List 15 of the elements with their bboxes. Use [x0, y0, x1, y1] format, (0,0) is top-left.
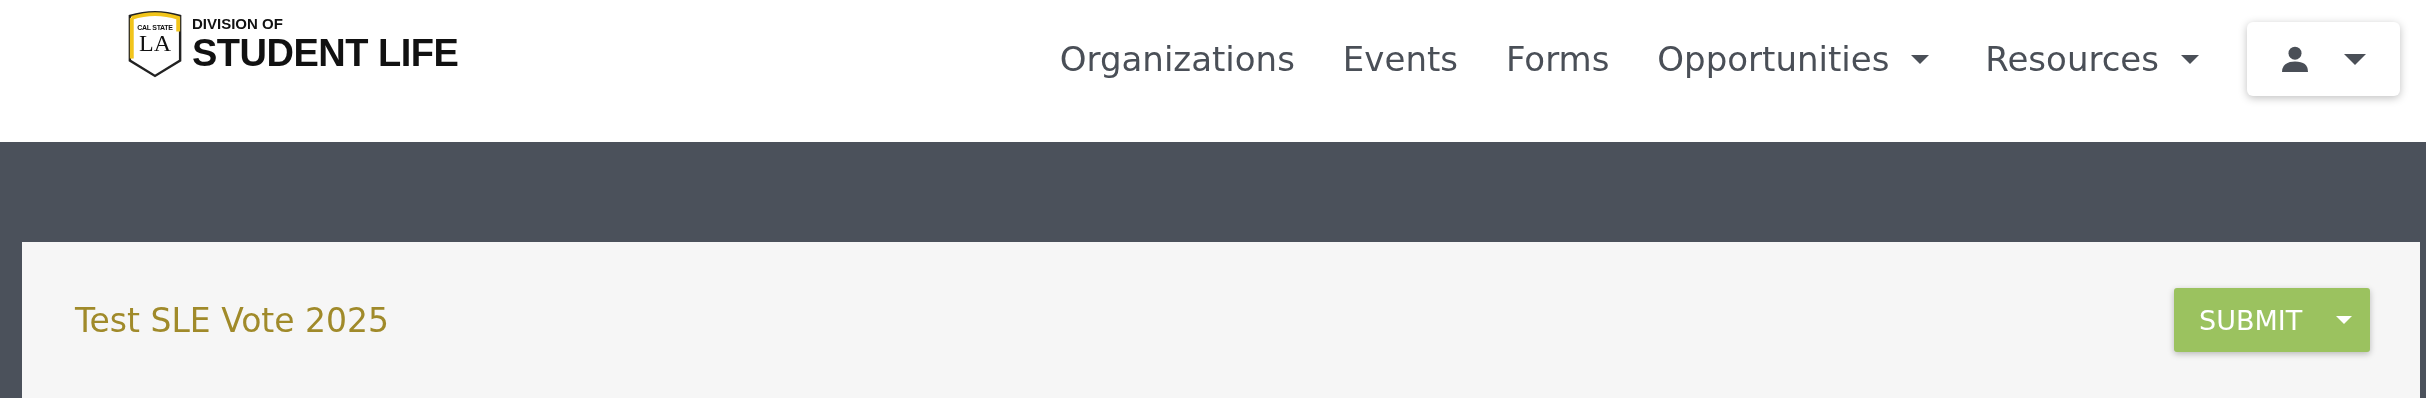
nav-link[interactable]: Organizations	[1059, 39, 1295, 79]
caret-icon	[1911, 54, 1930, 64]
nav-link[interactable]: Events	[1342, 39, 1458, 79]
caret-icon	[2336, 316, 2352, 324]
caret-icon	[2343, 53, 2366, 65]
logo-title: STUDENT LIFE	[192, 32, 459, 75]
caret-icon	[2181, 54, 2199, 64]
seal-letters: LA	[139, 31, 171, 55]
form-title: Test SLE Vote 2025	[75, 300, 390, 340]
nav-dropdown[interactable]: Resources	[1985, 39, 2199, 79]
account-menu-button[interactable]	[2247, 22, 2400, 96]
logo-subtitle: DIVISION OF	[192, 15, 284, 32]
nav-link[interactable]: Forms	[1506, 39, 1610, 79]
nav-dropdown[interactable]: Opportunities	[1657, 39, 1930, 79]
user-icon	[2281, 46, 2308, 72]
